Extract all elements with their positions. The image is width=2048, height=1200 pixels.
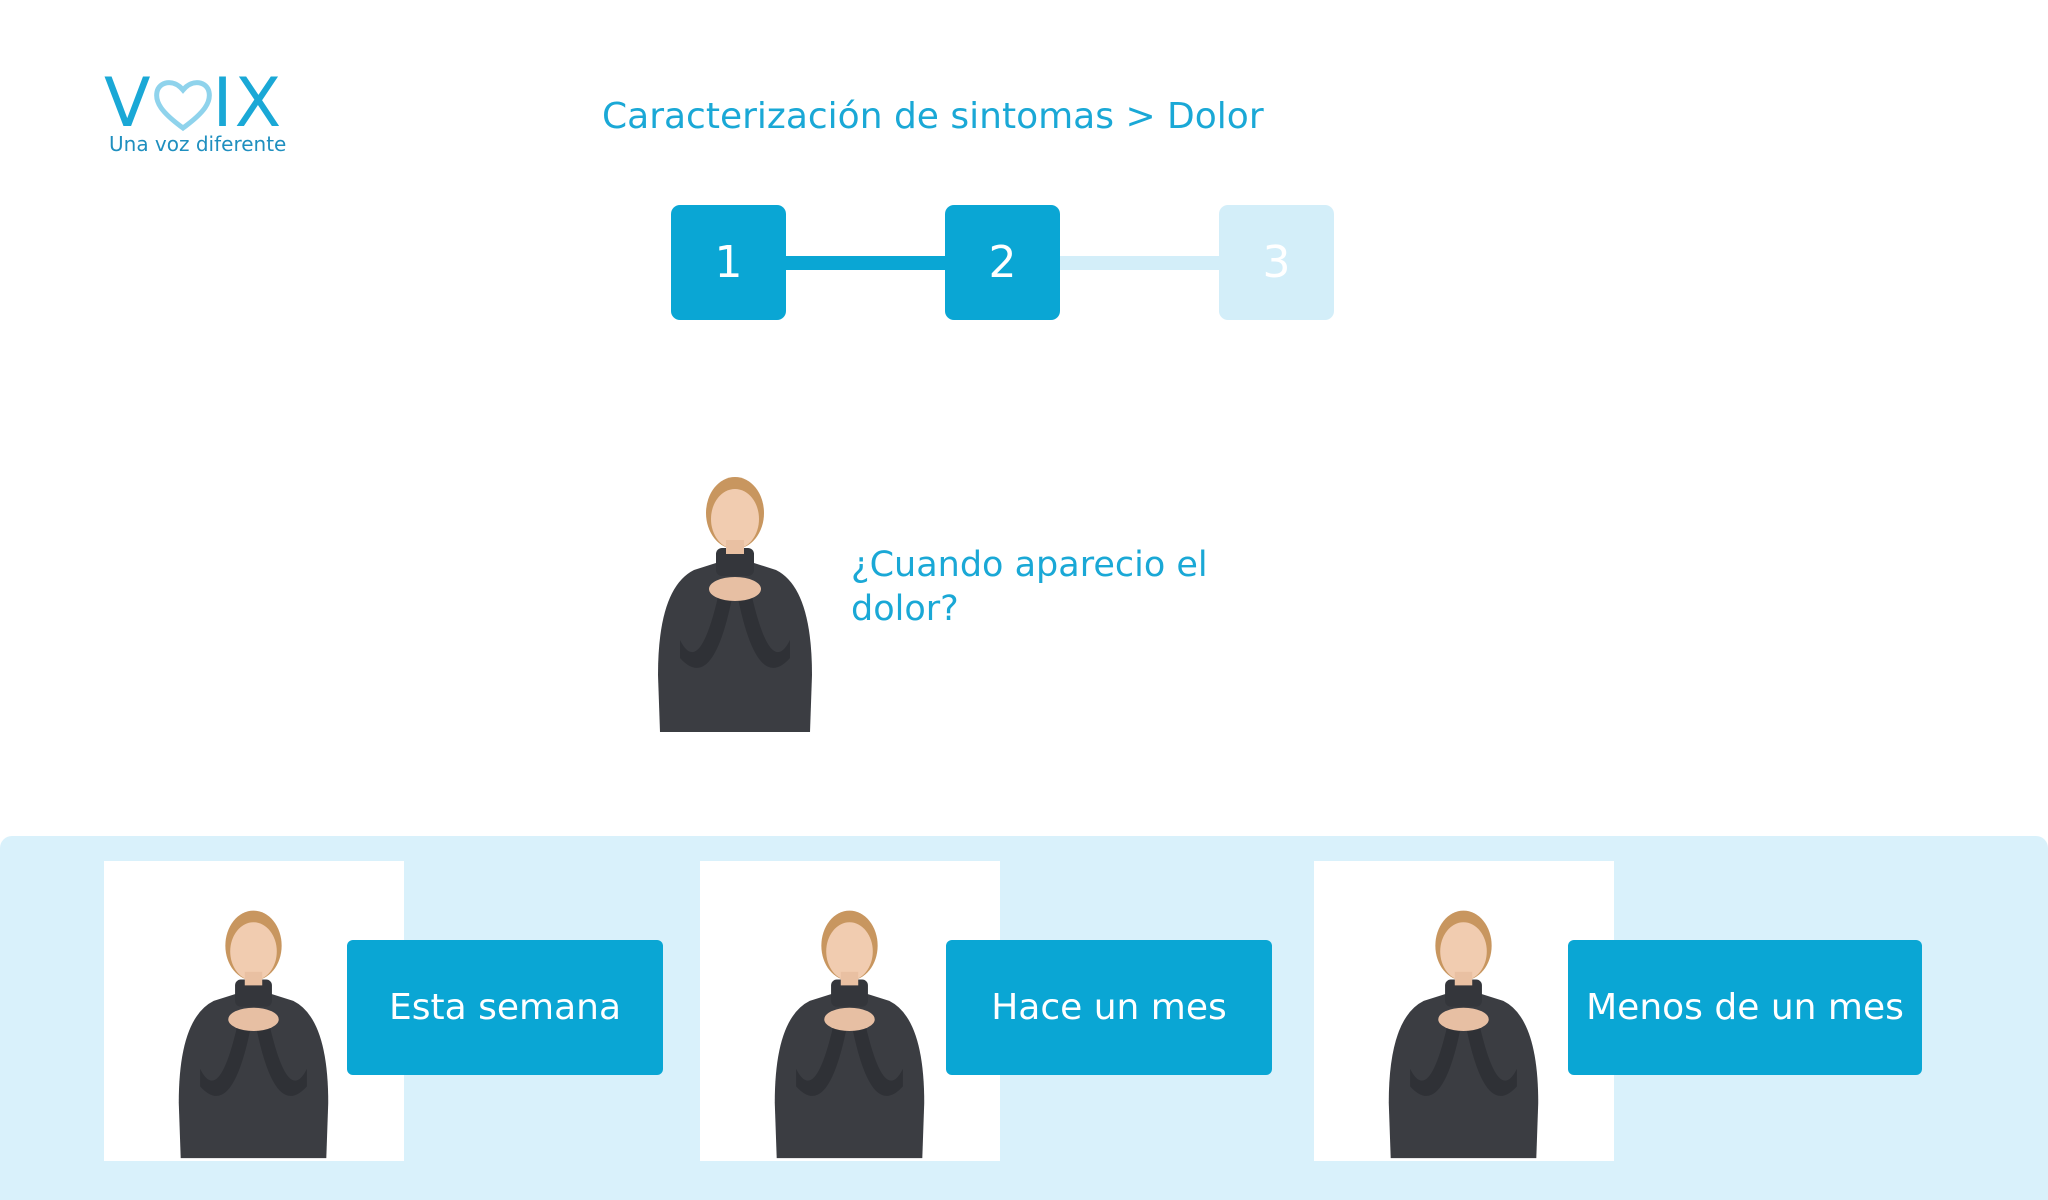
step-1[interactable]: 1	[671, 205, 786, 320]
option-1-button[interactable]: Esta semana	[347, 940, 663, 1075]
logo-letters-ix: IX	[212, 64, 284, 143]
question-text: ¿Cuando aparecio el dolor?	[851, 545, 1208, 629]
option-2-button[interactable]: Hace un mes	[946, 940, 1272, 1075]
step-connector-1-2	[779, 256, 951, 270]
signer-figure	[767, 901, 932, 1161]
signer-figure	[171, 901, 336, 1161]
sign-language-video[interactable]	[650, 470, 820, 732]
signer-figure	[650, 470, 820, 732]
signer-figure	[1381, 901, 1546, 1161]
breadcrumb: Caracterización de sintomas > Dolor	[602, 96, 1264, 137]
step-2[interactable]: 2	[945, 205, 1060, 320]
logo-letter-v: V	[104, 64, 153, 143]
progress-stepper: 1 2 3	[671, 205, 1334, 320]
step-connector-2-3	[1060, 256, 1226, 270]
option-3-button[interactable]: Menos de un mes	[1568, 940, 1922, 1075]
step-3[interactable]: 3	[1219, 205, 1334, 320]
voix-logo: V IX Una voz diferente	[104, 70, 287, 160]
heart-icon	[153, 78, 213, 132]
logo-tagline: Una voz diferente	[109, 132, 287, 156]
logo-wordmark: V IX	[104, 70, 283, 138]
